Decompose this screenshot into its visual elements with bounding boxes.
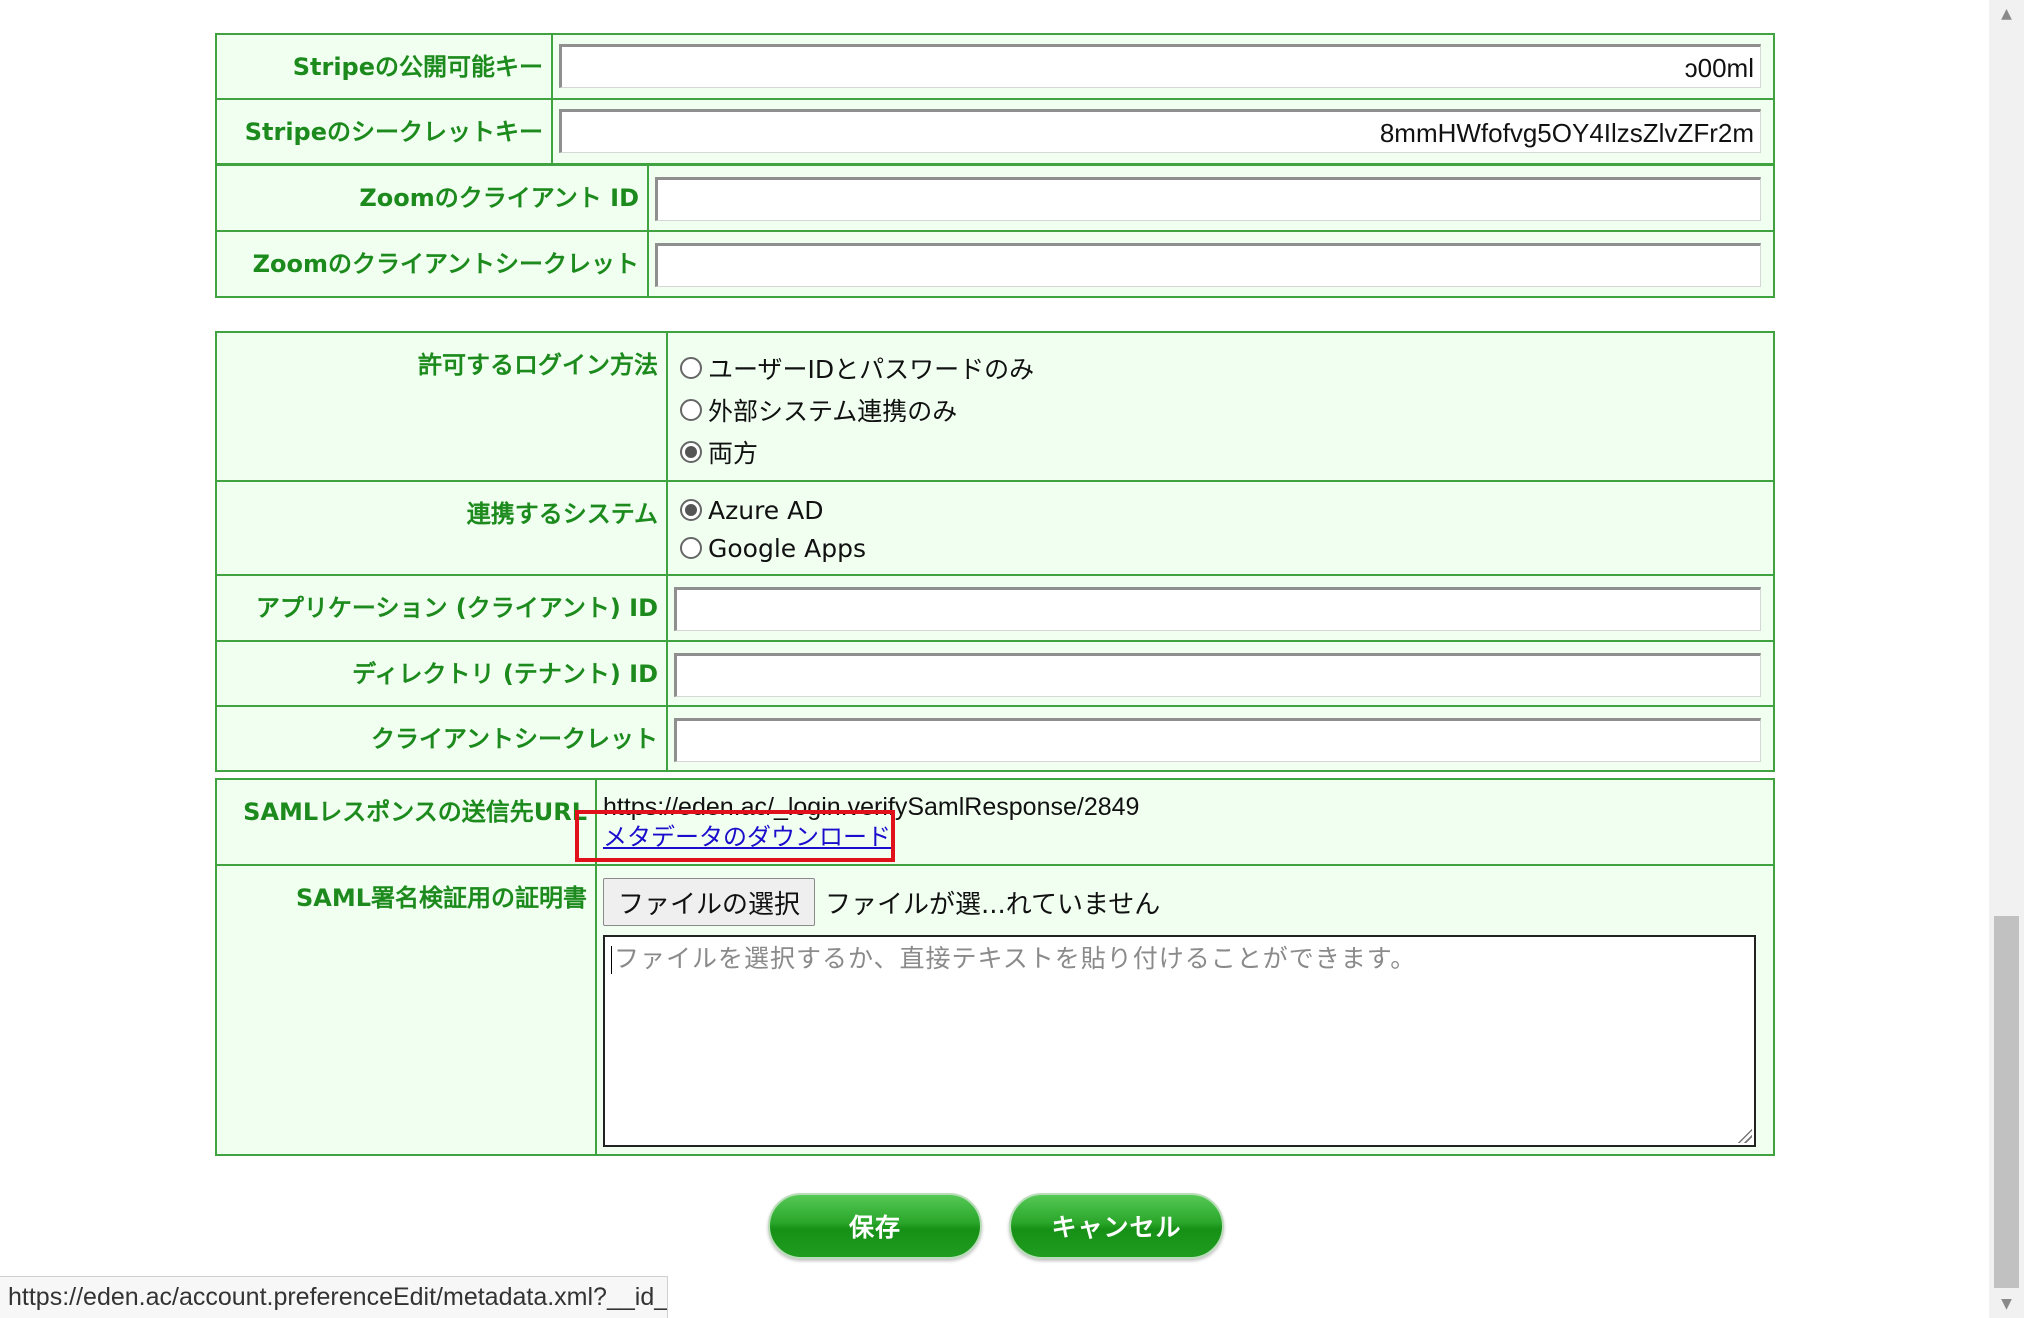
certificate-textarea[interactable]: ファイルを選択するか、直接テキストを貼り付けることができます。 [603, 935, 1756, 1147]
login-settings-table: 許可するログイン方法 ユーザーIDとパスワードのみ 外部システム連携のみ 両方 … [215, 331, 1775, 772]
saml-certificate-row: SAML署名検証用の証明書 ファイルの選択 ファイルが選...れていません ファ… [215, 864, 1775, 1156]
saml-settings-table: SAMLレスポンスの送信先URL https://eden.ac/_login.… [215, 778, 1775, 1156]
tenant-id-row: ディレクトリ (テナント) ID [215, 640, 1775, 707]
zoom-client-id-row: Zoomのクライアント ID [215, 164, 1775, 232]
login-method-option-external[interactable]: 外部システム連携のみ [674, 389, 1761, 431]
browser-status-bar: https://eden.ac/account.preferenceEdit/m… [0, 1276, 668, 1318]
stripe-secret-key-label: Stripeのシークレットキー [215, 98, 553, 165]
radio-external-system[interactable] [680, 399, 702, 421]
app-client-id-row: アプリケーション (クライアント) ID [215, 574, 1775, 642]
client-secret-input[interactable] [674, 718, 1761, 762]
client-secret-row: クライアントシークレット [215, 705, 1775, 772]
stripe-public-key-label: Stripeの公開可能キー [215, 33, 553, 100]
login-method-option-external-label: 外部システム連携のみ [708, 397, 958, 426]
zoom-client-id-input[interactable] [655, 177, 1761, 221]
choose-file-button[interactable]: ファイルの選択 [603, 878, 816, 926]
system-option-azure-label: Azure AD [708, 495, 824, 525]
login-method-option-userid-label: ユーザーIDとパスワードのみ [708, 355, 1035, 384]
zoom-client-secret-row: Zoomのクライアントシークレット [215, 230, 1775, 298]
radio-userid-password[interactable] [680, 357, 702, 379]
vertical-scrollbar[interactable]: ▲ ▼ [1989, 0, 2024, 1318]
app-client-id-label: アプリケーション (クライアント) ID [215, 574, 668, 642]
resize-grip-icon[interactable] [1736, 1127, 1752, 1143]
stripe-public-key-row: Stripeの公開可能キー ɔ00ml [215, 33, 1775, 100]
save-button[interactable]: 保存 [768, 1193, 982, 1259]
text-caret [611, 946, 612, 974]
certificate-file-picker: ファイルの選択 ファイルが選...れていません [603, 877, 1761, 927]
radio-azure-ad[interactable] [680, 499, 702, 521]
linked-system-label: 連携するシステム [215, 480, 668, 576]
login-method-label: 許可するログイン方法 [215, 331, 668, 482]
saml-response-url: https://eden.ac/_login.verifySamlRespons… [603, 793, 1140, 821]
zoom-settings-table: Zoomのクライアント ID Zoomのクライアントシークレット [215, 164, 1775, 298]
system-option-azure[interactable]: Azure AD [674, 491, 1761, 529]
stripe-secret-key-input[interactable]: 8mmHWfofvg5OY4IlzsZlvZFr2m [559, 109, 1761, 153]
client-secret-label: クライアントシークレット [215, 705, 668, 772]
stripe-secret-key-row: Stripeのシークレットキー 8mmHWfofvg5OY4IlzsZlvZFr… [215, 98, 1775, 165]
radio-google-apps[interactable] [680, 537, 702, 559]
login-method-row: 許可するログイン方法 ユーザーIDとパスワードのみ 外部システム連携のみ 両方 [215, 331, 1775, 482]
zoom-client-id-label: Zoomのクライアント ID [215, 164, 649, 232]
linked-system-row: 連携するシステム Azure AD Google Apps [215, 480, 1775, 576]
radio-both[interactable] [680, 441, 702, 463]
file-status-text: ファイルが選...れていません [825, 889, 1161, 920]
login-method-option-userid[interactable]: ユーザーIDとパスワードのみ [674, 347, 1761, 389]
saml-response-url-label: SAMLレスポンスの送信先URL [215, 778, 597, 866]
system-option-google[interactable]: Google Apps [674, 529, 1761, 567]
scrollbar-thumb[interactable] [1994, 916, 2019, 1288]
zoom-client-secret-label: Zoomのクライアントシークレット [215, 230, 649, 298]
login-method-option-both[interactable]: 両方 [674, 431, 1761, 473]
certificate-textarea-placeholder: ファイルを選択するか、直接テキストを貼り付けることができます。 [614, 944, 1417, 973]
metadata-download-link[interactable]: メタデータのダウンロード [603, 822, 891, 852]
tenant-id-label: ディレクトリ (テナント) ID [215, 640, 668, 707]
saml-certificate-label: SAML署名検証用の証明書 [215, 864, 597, 1156]
scroll-up-arrow-icon[interactable]: ▲ [1989, 0, 2024, 28]
tenant-id-input[interactable] [674, 653, 1761, 697]
saml-response-url-row: SAMLレスポンスの送信先URL https://eden.ac/_login.… [215, 778, 1775, 866]
system-option-google-label: Google Apps [708, 533, 866, 563]
zoom-client-secret-input[interactable] [655, 243, 1761, 287]
scroll-down-arrow-icon[interactable]: ▼ [1989, 1290, 2024, 1318]
app-client-id-input[interactable] [674, 587, 1761, 631]
stripe-settings-table: Stripeの公開可能キー ɔ00ml Stripeのシークレットキー 8mmH… [215, 33, 1775, 165]
stripe-public-key-input[interactable]: ɔ00ml [559, 44, 1761, 88]
login-method-option-both-label: 両方 [708, 439, 759, 468]
cancel-button[interactable]: キャンセル [1009, 1193, 1224, 1259]
